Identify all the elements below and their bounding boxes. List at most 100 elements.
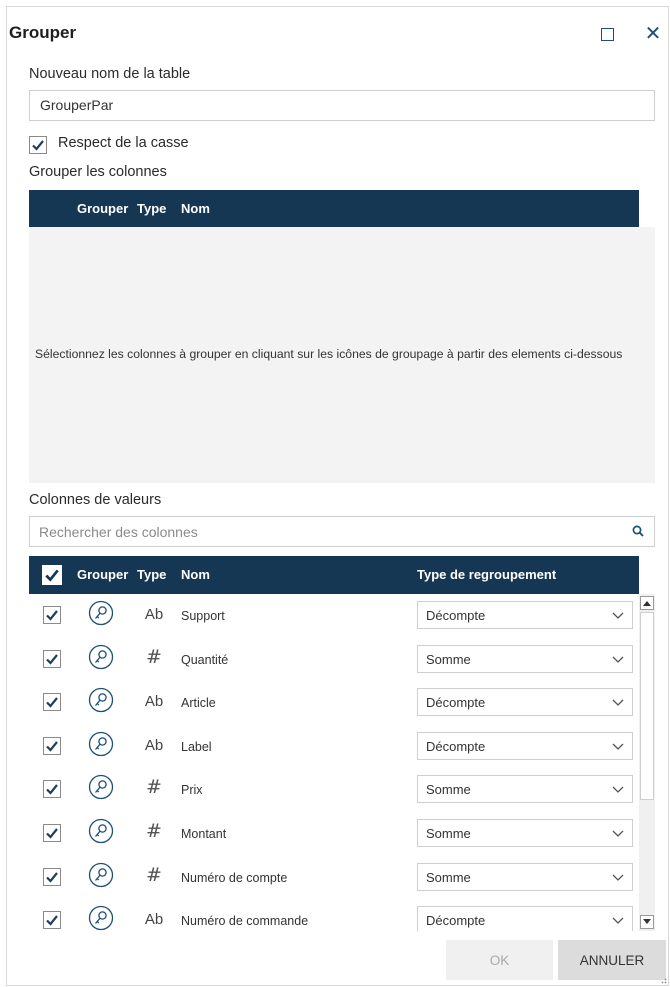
checkmark-icon	[46, 741, 58, 752]
case-sensitive-checkbox[interactable]	[29, 136, 47, 154]
group-columns-header: Grouper Type Nom	[29, 190, 639, 228]
group-key-icon[interactable]	[88, 818, 114, 844]
group-key-icon[interactable]	[88, 600, 114, 626]
aggregation-select[interactable]: Décompte	[417, 601, 633, 629]
table-row: Ab Label Décompte	[29, 725, 639, 769]
scroll-thumb[interactable]	[640, 612, 654, 800]
chevron-down-icon	[612, 656, 624, 663]
table-row: # Numéro de compte Somme	[29, 856, 639, 900]
column-name: Quantité	[181, 652, 229, 667]
new-table-label: Nouveau nom de la table	[29, 66, 191, 82]
table-row: # Quantité Somme	[29, 638, 639, 682]
maximize-button[interactable]	[598, 25, 616, 43]
case-sensitive-label: Respect de la casse	[58, 135, 189, 151]
chevron-down-icon	[612, 612, 624, 619]
scroll-up-button[interactable]	[640, 596, 654, 610]
aggregation-select[interactable]: Somme	[417, 644, 633, 673]
empty-message: Sélectionnez les colonnes à grouper en c…	[35, 347, 623, 361]
col-header-type: Type	[137, 201, 167, 216]
group-key-icon[interactable]	[88, 687, 114, 713]
col-header-group: Grouper	[77, 567, 129, 582]
checkmark-icon	[46, 697, 58, 708]
checkmark-icon	[46, 915, 58, 926]
aggregation-value: Décompte	[426, 738, 486, 754]
arrow-down-icon	[643, 919, 651, 924]
aggregation-value: Décompte	[426, 608, 486, 623]
row-checkbox[interactable]	[43, 780, 61, 799]
column-search-input[interactable]	[30, 517, 620, 546]
table-row: # Prix Somme	[29, 768, 639, 812]
table-row: # Montant Somme	[29, 812, 639, 856]
row-checkbox[interactable]	[43, 911, 61, 930]
col-header-type: Type	[137, 567, 167, 582]
text-type-icon: Ab	[144, 736, 164, 754]
row-checkbox[interactable]	[43, 736, 61, 755]
aggregation-value: Somme	[426, 826, 471, 841]
row-checkbox[interactable]	[43, 606, 61, 624]
column-name: Numéro de compte	[181, 870, 288, 885]
col-header-aggregation: Type de regroupement	[417, 567, 557, 582]
chevron-down-icon	[612, 830, 624, 837]
row-checkbox[interactable]	[43, 649, 61, 668]
row-checkbox[interactable]	[43, 867, 61, 886]
value-columns-header: Grouper Type Nom Type de regroupement	[29, 556, 639, 594]
aggregation-select[interactable]: Décompte	[417, 688, 633, 717]
aggregation-value: Décompte	[426, 913, 486, 929]
cancel-button[interactable]: ANNULER	[558, 940, 666, 980]
checkmark-icon	[45, 569, 59, 582]
group-key-icon[interactable]	[88, 644, 114, 670]
checkmark-icon	[32, 140, 44, 151]
group-columns-drop-area: Sélectionnez les colonnes à grouper en c…	[29, 227, 655, 483]
chevron-down-icon	[612, 786, 624, 794]
text-type-icon: Ab	[144, 911, 164, 929]
number-type-icon: #	[146, 863, 162, 886]
list-scrollbar[interactable]	[639, 594, 655, 931]
chevron-down-icon	[612, 874, 624, 881]
text-type-icon: Ab	[144, 693, 164, 711]
chevron-down-icon	[612, 699, 624, 707]
aggregation-value: Somme	[426, 869, 471, 885]
checkmark-icon	[46, 828, 58, 839]
number-type-icon: #	[146, 776, 162, 799]
checkmark-icon	[46, 784, 58, 796]
group-key-icon[interactable]	[88, 731, 114, 757]
group-columns-label: Grouper les colonnes	[29, 164, 167, 180]
aggregation-select[interactable]: Somme	[417, 775, 633, 804]
col-header-name: Nom	[181, 201, 210, 216]
checkmark-icon	[46, 871, 58, 883]
ok-button[interactable]: OK	[446, 940, 553, 980]
select-all-checkbox[interactable]	[42, 565, 62, 585]
text-type-icon: Ab	[144, 606, 164, 623]
arrow-up-icon	[643, 601, 651, 606]
group-key-icon[interactable]	[88, 905, 114, 931]
column-name: Numéro de commande	[181, 914, 309, 929]
maximize-icon	[600, 27, 614, 41]
scroll-down-button[interactable]	[640, 915, 654, 929]
number-type-icon: #	[146, 645, 162, 668]
aggregation-value: Somme	[426, 782, 471, 798]
table-row: Ab Support Décompte	[29, 594, 639, 638]
column-name: Label	[181, 739, 212, 754]
group-key-icon[interactable]	[88, 862, 114, 888]
row-checkbox[interactable]	[43, 693, 61, 712]
col-header-group: Grouper	[77, 201, 129, 216]
aggregation-select[interactable]: Somme	[417, 819, 633, 847]
new-table-name-input[interactable]: GrouperPar	[29, 90, 655, 121]
checkmark-icon	[46, 610, 58, 621]
column-name: Montant	[181, 827, 227, 841]
aggregation-select[interactable]: Décompte	[417, 731, 633, 760]
group-key-icon[interactable]	[88, 774, 114, 800]
aggregation-select[interactable]: Somme	[417, 862, 633, 891]
close-icon: ✕	[644, 23, 662, 45]
row-checkbox[interactable]	[43, 824, 61, 842]
value-columns-list: Ab Support Décompte # Quantité Somme Ab Article…	[29, 594, 639, 931]
chevron-down-icon	[612, 743, 624, 750]
aggregation-value: Décompte	[426, 695, 486, 711]
search-icon[interactable]	[632, 525, 644, 537]
column-name: Prix	[181, 783, 203, 798]
dialog-title: Grouper	[9, 23, 77, 42]
aggregation-select[interactable]: Décompte	[417, 906, 633, 931]
close-button[interactable]: ✕	[644, 23, 662, 45]
checkmark-icon	[46, 653, 58, 665]
resize-grip-icon[interactable]	[659, 976, 667, 984]
